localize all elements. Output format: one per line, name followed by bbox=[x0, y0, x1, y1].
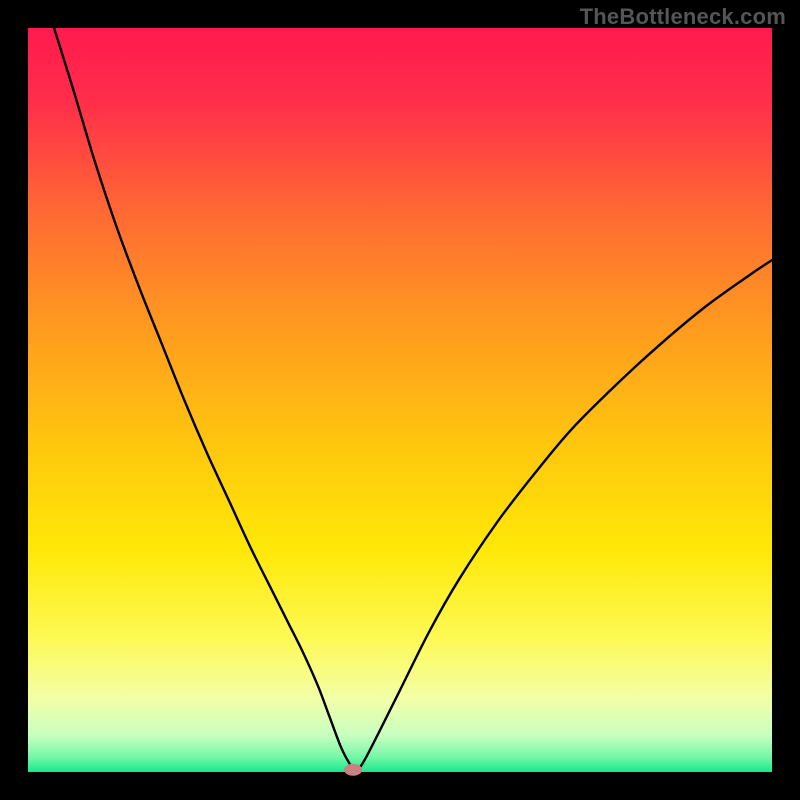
bottleneck-chart bbox=[0, 0, 800, 800]
optimal-point-marker bbox=[344, 764, 362, 776]
plot-background bbox=[28, 28, 772, 772]
watermark-text: TheBottleneck.com bbox=[580, 4, 786, 30]
chart-container: TheBottleneck.com bbox=[0, 0, 800, 800]
